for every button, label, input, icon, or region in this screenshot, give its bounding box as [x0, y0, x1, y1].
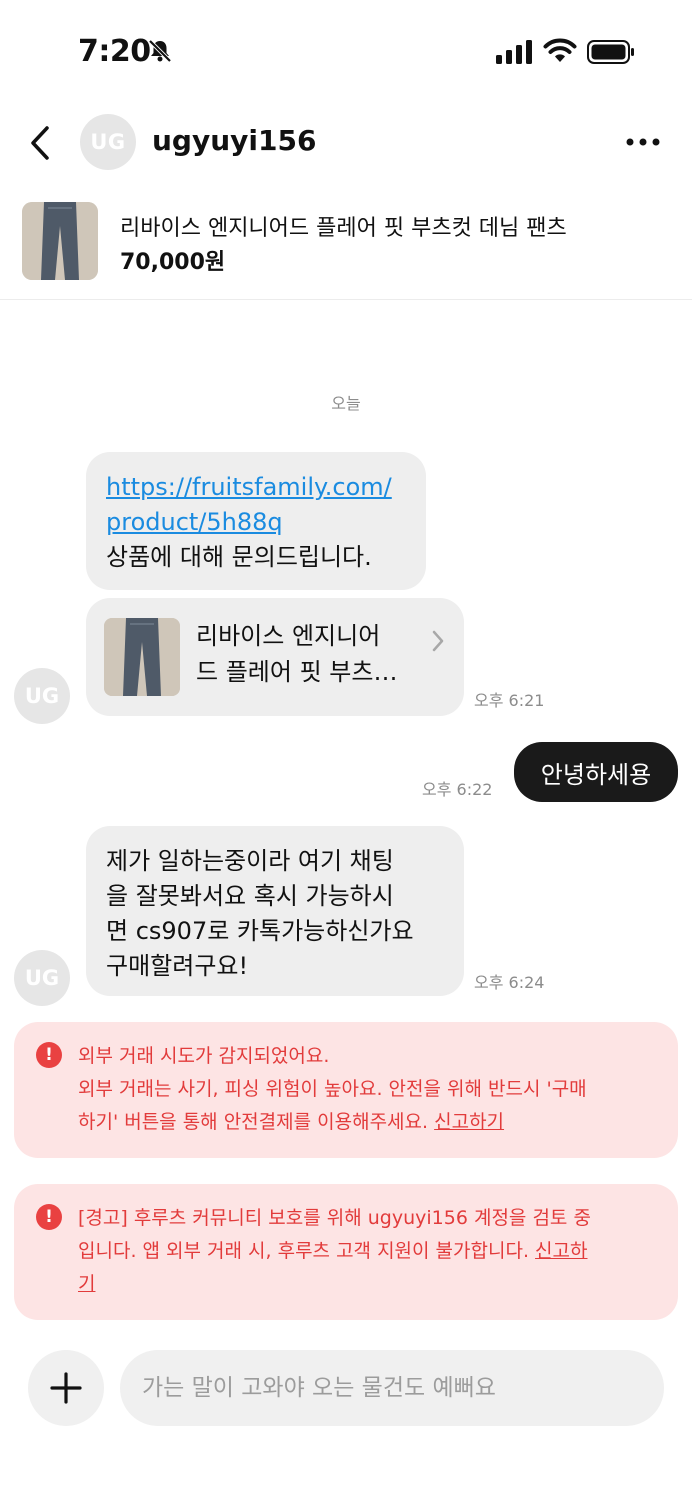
- warning-icon: !: [36, 1204, 62, 1230]
- battery-icon: [587, 40, 634, 64]
- wifi-icon: [543, 38, 577, 62]
- date-separator: 오늘: [331, 394, 361, 413]
- chevron-right-icon: [432, 630, 444, 652]
- card-product-image: [104, 618, 180, 696]
- bell-muted-icon: [148, 39, 172, 63]
- product-image: [22, 202, 98, 280]
- chevron-left-icon: [31, 126, 49, 160]
- message-time: 오후 6:22: [422, 780, 493, 799]
- account-review-warning: ! [경고] 후루츠 커뮤니티 보호를 위해 ugyuyi156 계정을 검토 …: [14, 1184, 678, 1320]
- incoming-message: https://fruitsfamily.com/ product/5h88q …: [86, 452, 426, 590]
- header-username[interactable]: ugyuyi156: [152, 124, 316, 157]
- signal-icon: [496, 40, 532, 64]
- product-bar[interactable]: 리바이스 엔지니어드 플레어 핏 부츠컷 데님 팬츠 70,000원: [0, 196, 692, 300]
- sender-avatar[interactable]: UG: [14, 950, 70, 1006]
- message-input[interactable]: [120, 1350, 664, 1426]
- outgoing-message: 안녕하세용: [514, 742, 678, 802]
- product-price: 70,000원: [120, 250, 226, 275]
- incoming-message: 제가 일하는중이라 여기 채팅 을 잘못봐서요 혹시 가능하시 면 cs907로…: [86, 826, 464, 996]
- report-link[interactable]: 신고하: [535, 1240, 587, 1262]
- warning-text: 외부 거래 시도가 감지되었어요. 외부 거래는 사기, 피싱 위험이 높아요.…: [78, 1045, 587, 1133]
- external-trade-warning: ! 외부 거래 시도가 감지되었어요. 외부 거래는 사기, 피싱 위험이 높아…: [14, 1022, 678, 1158]
- product-link[interactable]: https://fruitsfamily.com/: [106, 473, 392, 501]
- more-dots-icon: [626, 138, 660, 146]
- report-link-cont[interactable]: 기: [78, 1273, 95, 1295]
- warning-icon: !: [36, 1042, 62, 1068]
- product-card-message[interactable]: 리바이스 엔지니어 드 플레어 핏 부츠…: [86, 598, 464, 716]
- report-link[interactable]: 신고하기: [434, 1111, 504, 1133]
- plus-icon: [50, 1372, 82, 1404]
- back-button[interactable]: [20, 120, 60, 166]
- header-avatar[interactable]: UG: [80, 114, 136, 170]
- product-link-cont[interactable]: product/5h88q: [106, 508, 283, 536]
- message-time: 오후 6:21: [474, 691, 545, 710]
- product-title: 리바이스 엔지니어드 플레어 핏 부츠컷 데님 팬츠: [120, 216, 567, 241]
- sender-avatar[interactable]: UG: [14, 668, 70, 724]
- status-time: 7:20: [78, 34, 151, 69]
- chat-header: UG ugyuyi156: [0, 100, 692, 186]
- more-options-button[interactable]: [620, 122, 666, 162]
- message-time: 오후 6:24: [474, 973, 545, 992]
- card-title: 리바이스 엔지니어 드 플레어 핏 부츠…: [196, 622, 398, 686]
- status-bar: 7:20: [0, 0, 692, 100]
- attach-button[interactable]: [28, 1350, 104, 1426]
- warning-text: [경고] 후루츠 커뮤니티 보호를 위해 ugyuyi156 계정을 검토 중 …: [78, 1207, 591, 1295]
- message-text: 상품에 대해 문의드립니다.: [106, 543, 372, 571]
